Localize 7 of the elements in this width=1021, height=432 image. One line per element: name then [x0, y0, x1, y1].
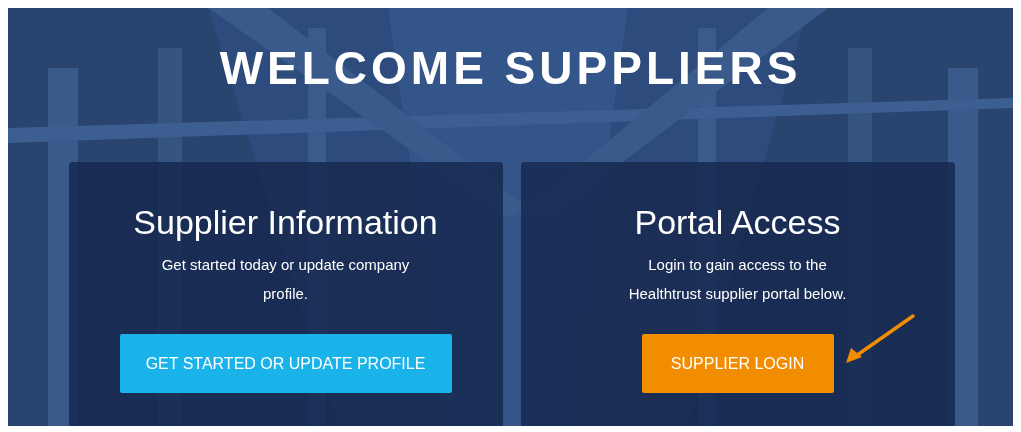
card-heading: Portal Access: [634, 202, 841, 243]
card-description: Login to gain access to the Healthtrust supplier portal below.: [627, 255, 848, 304]
page-title: WELCOME SUPPLIERS: [219, 41, 802, 96]
card-description: Get started today or update company profile.: [160, 255, 411, 304]
profile-button[interactable]: GET STARTED OR UPDATE PROFILE: [119, 334, 452, 393]
login-button[interactable]: SUPPLIER LOGIN: [641, 334, 834, 393]
card-heading: Supplier Information: [133, 202, 438, 243]
